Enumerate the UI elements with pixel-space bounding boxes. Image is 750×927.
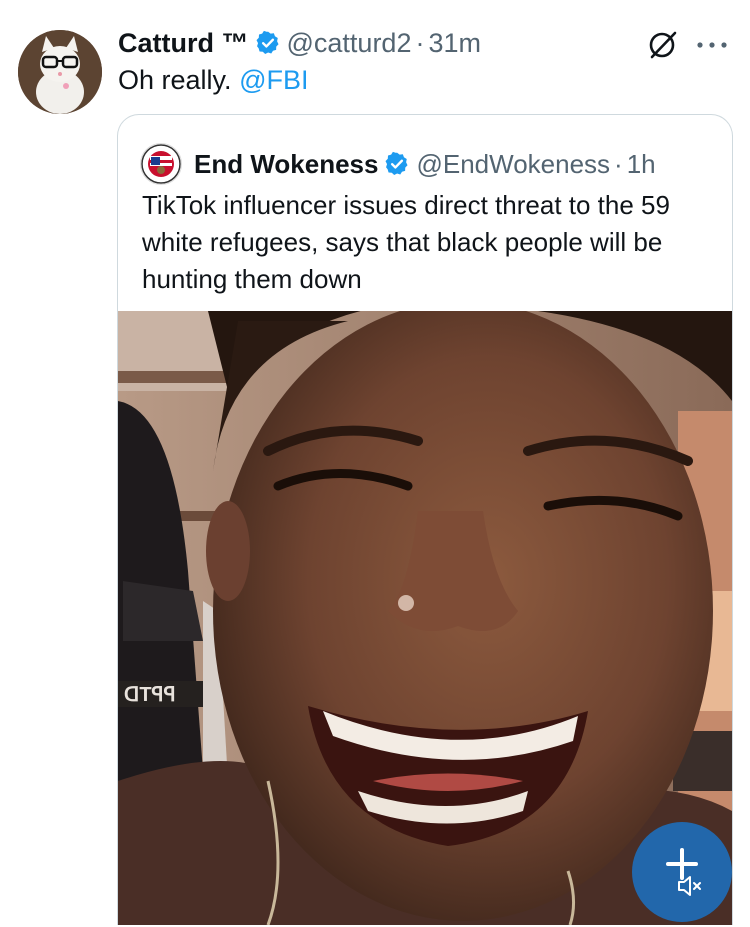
timestamp[interactable]: 31m	[428, 26, 481, 60]
tweet-text-body: Oh really.	[118, 65, 232, 95]
quoted-tweet-card[interactable]: End Wokeness @EndWokeness · 1h TikTok in…	[117, 114, 733, 925]
grok-icon[interactable]	[646, 28, 680, 62]
chair-logo-text: ᗡTꟼꟼ	[124, 684, 176, 706]
separator-dot: ·	[415, 28, 425, 58]
more-options-icon[interactable]	[692, 30, 732, 60]
verified-badge-icon	[384, 151, 410, 177]
author-avatar[interactable]	[18, 30, 102, 114]
quoted-author-name[interactable]: End Wokeness	[194, 148, 378, 180]
compose-plus-icon	[666, 848, 698, 880]
quoted-tweet-text: TikTok influencer issues direct threat t…	[142, 190, 670, 294]
compose-button[interactable]	[632, 822, 732, 922]
cat-avatar-image	[18, 30, 102, 114]
quoted-tweet-header: End Wokeness @EndWokeness · 1h	[140, 143, 656, 185]
quoted-author-handle[interactable]: @EndWokeness	[416, 148, 610, 180]
author-handle[interactable]: @catturd2	[287, 26, 412, 60]
quoted-timestamp[interactable]: 1h	[627, 148, 656, 180]
tweet-header: Catturd ™ @catturd2 · 31m	[118, 26, 481, 60]
separator-dot: ·	[614, 149, 623, 179]
author-name[interactable]: Catturd ™	[118, 26, 249, 60]
quoted-author-avatar[interactable]	[140, 143, 182, 185]
tweet-text: Oh really. @FBI	[118, 63, 308, 97]
verified-badge-icon	[255, 30, 281, 56]
volume-muted-icon[interactable]	[676, 874, 704, 898]
mention-link[interactable]: @FBI	[239, 65, 308, 95]
